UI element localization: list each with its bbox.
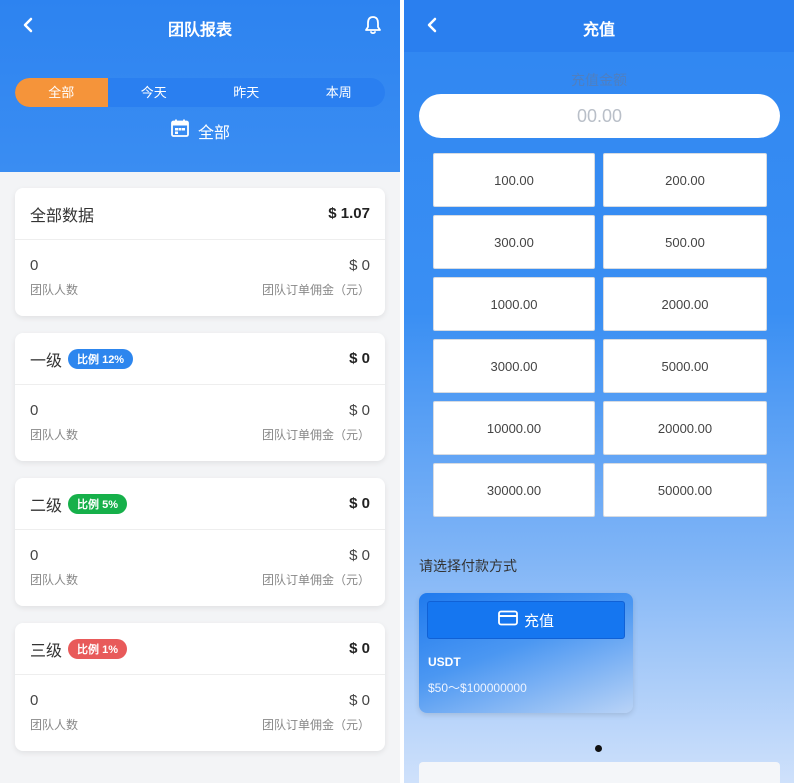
summary-card-all: 全部数据 $ 1.07 0 团队人数 $ 0 团队订单佣金（元） <box>15 188 385 316</box>
amount-option[interactable]: 100.00 <box>433 153 595 207</box>
card-amount: $ 0 <box>349 640 370 657</box>
amount-input[interactable] <box>419 94 780 138</box>
date-filter-label: 全部 <box>197 124 230 142</box>
amount-option[interactable]: 1000.00 <box>433 277 595 331</box>
card-title: 全部数据 <box>30 207 95 225</box>
page-title: 团队报表 <box>167 22 232 39</box>
commission-label: 团队订单佣金（元） <box>261 718 370 732</box>
commission-value: $ 0 <box>349 547 370 564</box>
tab-today[interactable]: 今天 <box>108 78 201 107</box>
member-count: 0 <box>30 692 39 709</box>
amount-option[interactable]: 10000.00 <box>433 401 595 455</box>
amount-option[interactable]: 300.00 <box>433 215 595 269</box>
bell-icon[interactable] <box>362 14 384 36</box>
member-count-label: 团队人数 <box>30 573 79 587</box>
tab-all[interactable]: 全部 <box>15 78 108 107</box>
payment-name: USDT <box>428 655 461 669</box>
commission-label: 团队订单佣金（元） <box>261 428 370 442</box>
summary-card-level-2: 二级 比例 5% $ 0 0 团队人数 $ 0 团队订单佣金（元） <box>15 478 385 606</box>
card-amount: $ 0 <box>349 495 370 512</box>
tab-this-week[interactable]: 本周 <box>293 78 386 107</box>
commission-label: 团队订单佣金（元） <box>261 573 370 587</box>
tab-yesterday[interactable]: 昨天 <box>200 78 293 107</box>
card-icon <box>498 610 518 630</box>
amount-option[interactable]: 30000.00 <box>433 463 595 517</box>
summary-card-level-1: 一级 比例 12% $ 0 0 团队人数 $ 0 团队订单佣金（元） <box>15 333 385 461</box>
ratio-badge: 比例 5% <box>68 493 127 514</box>
card-amount: $ 1.07 <box>328 205 370 222</box>
card-title: 二级 <box>30 497 63 515</box>
member-count: 0 <box>30 257 39 274</box>
card-amount: $ 0 <box>349 350 370 367</box>
calendar-icon <box>170 118 190 143</box>
amount-option[interactable]: 200.00 <box>603 153 767 207</box>
amount-option[interactable]: 50000.00 <box>603 463 767 517</box>
amount-option[interactable]: 3000.00 <box>433 339 595 393</box>
amount-grid: 100.00 200.00 300.00 500.00 1000.00 2000… <box>433 153 767 517</box>
date-filter[interactable]: 全部 <box>0 118 400 143</box>
card-title: 三级 <box>30 642 63 660</box>
top-bar: 团队报表 <box>0 0 400 52</box>
team-report-screen: 团队报表 全部 今天 昨天 本周 全部 全部数据 $ 1.07 0 团队人数 $… <box>0 0 400 783</box>
amount-option[interactable]: 20000.00 <box>603 401 767 455</box>
amount-label: 充值金额 <box>571 72 627 88</box>
ratio-badge: 比例 12% <box>68 348 134 369</box>
team-report-header: 团队报表 全部 今天 昨天 本周 全部 <box>0 0 400 172</box>
member-count: 0 <box>30 402 39 419</box>
carousel-indicator <box>595 745 602 752</box>
payment-method-title: 请选择付款方式 <box>419 558 517 574</box>
commission-label: 团队订单佣金（元） <box>261 283 370 297</box>
page-title: 充值 <box>582 22 615 39</box>
period-tabs: 全部 今天 昨天 本周 <box>15 78 385 107</box>
ratio-badge: 比例 1% <box>68 638 127 659</box>
member-count-label: 团队人数 <box>30 283 79 297</box>
member-count: 0 <box>30 547 39 564</box>
recharge-screen: 充值 充值金额 100.00 200.00 300.00 500.00 1000… <box>404 0 794 783</box>
amount-option[interactable]: 500.00 <box>603 215 767 269</box>
top-bar: 充值 <box>404 0 794 52</box>
commission-value: $ 0 <box>349 257 370 274</box>
recharge-button[interactable]: 充值 <box>427 601 625 639</box>
recharge-button-label: 充值 <box>523 612 554 630</box>
card-title: 一级 <box>30 352 63 370</box>
amount-option[interactable]: 2000.00 <box>603 277 767 331</box>
member-count-label: 团队人数 <box>30 428 79 442</box>
commission-value: $ 0 <box>349 692 370 709</box>
payment-range: $50～$100000000 <box>428 681 527 695</box>
payment-method-card[interactable]: 充值 USDT $50～$100000000 <box>419 593 633 713</box>
member-count-label: 团队人数 <box>30 718 79 732</box>
amount-option[interactable]: 5000.00 <box>603 339 767 393</box>
summary-card-level-3: 三级 比例 1% $ 0 0 团队人数 $ 0 团队订单佣金（元） <box>15 623 385 751</box>
commission-value: $ 0 <box>349 402 370 419</box>
notice-strip <box>419 762 780 783</box>
